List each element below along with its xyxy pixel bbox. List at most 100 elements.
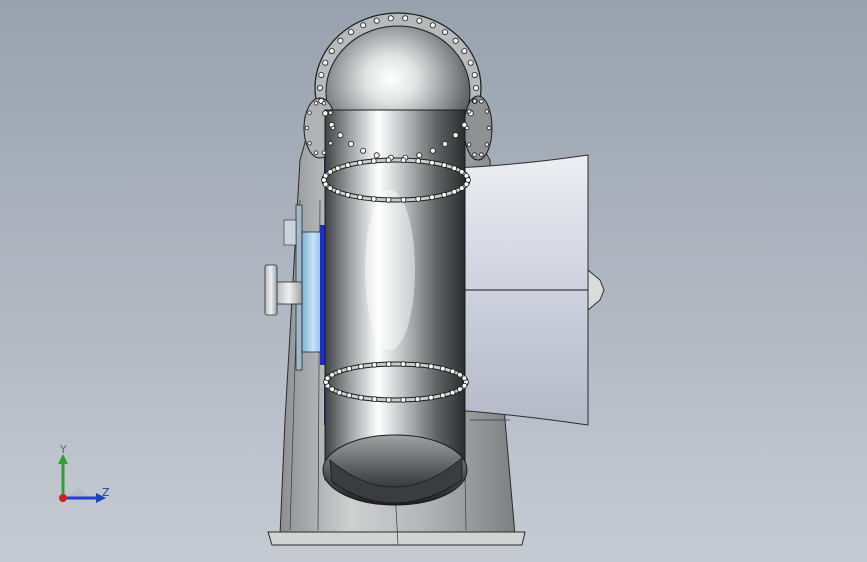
bolt	[357, 194, 363, 201]
bolt	[385, 361, 392, 367]
pump-3d-model[interactable]	[0, 0, 867, 562]
bolt	[328, 110, 333, 115]
x-axis-dot	[59, 494, 67, 502]
bolt	[347, 29, 354, 36]
bolt	[461, 48, 468, 55]
bolt	[346, 365, 353, 372]
bolt	[458, 185, 465, 191]
bolt	[400, 397, 407, 403]
bolt	[441, 140, 448, 147]
bolt	[452, 37, 459, 44]
bolt	[360, 22, 367, 29]
bolt	[463, 181, 470, 188]
bolt	[373, 17, 380, 24]
bolt	[322, 173, 329, 179]
bolt	[463, 173, 470, 179]
graphics-viewport[interactable]: Y Z	[0, 0, 867, 562]
bolt	[464, 125, 470, 131]
bolt	[472, 85, 479, 92]
bolt	[429, 194, 435, 201]
bolt	[415, 196, 422, 202]
bolt	[346, 392, 353, 399]
bolt	[484, 142, 490, 147]
bolt	[441, 162, 448, 168]
bolt	[327, 169, 334, 175]
bolt	[344, 192, 351, 198]
bolt	[441, 29, 448, 36]
bolt	[371, 396, 378, 402]
bolt	[457, 371, 463, 378]
bolt	[385, 397, 392, 403]
bolt	[461, 382, 468, 389]
bolt	[337, 37, 344, 44]
bolt	[322, 59, 329, 66]
bolt	[324, 375, 331, 382]
bolt	[329, 371, 335, 378]
bolt	[321, 150, 327, 155]
bolt	[371, 362, 378, 368]
bolt	[402, 15, 409, 22]
bolt	[344, 162, 351, 168]
bolt	[400, 197, 407, 203]
bolt	[304, 125, 310, 131]
bolt	[328, 141, 333, 146]
shaft-flange	[264, 264, 278, 316]
bolt	[461, 375, 468, 382]
bolt	[439, 392, 446, 399]
bolt	[449, 368, 456, 375]
bolt	[385, 157, 392, 163]
bolt	[318, 72, 325, 79]
bolt	[327, 185, 334, 191]
outlet-cone	[454, 154, 605, 426]
bolt	[428, 394, 434, 401]
bolt	[385, 197, 392, 203]
bolt	[451, 165, 458, 172]
bolt	[429, 147, 436, 154]
main-pipe	[322, 109, 468, 506]
bolt	[334, 165, 341, 172]
bolt	[486, 125, 492, 131]
bolt	[357, 159, 363, 166]
bolt	[387, 15, 394, 22]
bolt	[414, 362, 421, 368]
bolt	[452, 132, 459, 139]
bolt	[472, 152, 477, 157]
bolt	[373, 152, 380, 159]
bolt	[415, 158, 422, 164]
orientation-triad[interactable]: Y Z	[48, 440, 118, 510]
bolt	[313, 101, 319, 106]
bolt	[439, 365, 446, 372]
bolt	[414, 396, 421, 402]
bolt	[484, 109, 490, 114]
bolt	[347, 140, 354, 147]
bolt	[472, 99, 477, 104]
bolt	[400, 361, 407, 367]
bolt	[358, 394, 364, 401]
bolt	[330, 125, 336, 131]
bolt	[428, 363, 434, 370]
bolt	[336, 368, 343, 375]
bolt	[416, 17, 423, 24]
bolt	[307, 141, 312, 146]
bolt	[370, 158, 377, 164]
bolt	[316, 85, 323, 92]
bolt	[458, 169, 465, 175]
bolt	[321, 101, 327, 106]
z-axis-label: Z	[102, 486, 110, 499]
bolt	[358, 363, 364, 370]
bolt	[307, 110, 312, 115]
bolt	[334, 189, 341, 195]
bolt	[370, 196, 377, 202]
bolt	[360, 147, 367, 154]
bolt	[336, 389, 343, 396]
bolt	[429, 22, 436, 29]
bolt	[328, 48, 335, 55]
bolt	[466, 142, 472, 147]
bolt	[322, 110, 329, 117]
bolt	[466, 109, 472, 114]
bolt	[416, 152, 423, 159]
y-axis-label: Y	[60, 443, 67, 456]
bolt	[471, 72, 478, 79]
bolt	[449, 389, 456, 396]
bolt	[429, 159, 435, 166]
